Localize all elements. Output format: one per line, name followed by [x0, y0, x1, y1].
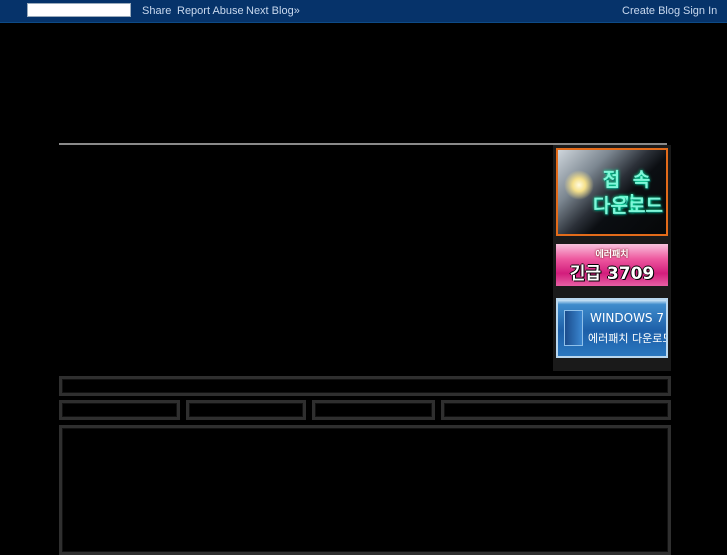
banner-error-patch-line2: 긴급 3709 — [569, 264, 655, 284]
banner-windows7-patch[interactable]: WINDOWS 7 에러패치 다운로드 — [556, 298, 668, 358]
share-link[interactable]: Share — [142, 5, 171, 17]
main-content-area — [59, 146, 551, 370]
banner-windows7-line2: 에러패치 다운로드 — [588, 332, 668, 345]
create-blog-link[interactable]: Create Blog — [622, 5, 680, 17]
tab-box-1[interactable] — [59, 400, 180, 420]
wide-bar-panel — [59, 376, 671, 396]
banner-error-patch[interactable]: 에러패치 긴급 3709 — [556, 244, 668, 286]
banner-client-download[interactable]: 접 속 기 다운로드 — [556, 148, 668, 236]
tab-box-4[interactable] — [441, 400, 671, 420]
tab-box-3[interactable] — [312, 400, 435, 420]
banner-client-download-line2: 다운로드 — [593, 195, 663, 217]
next-blog-link[interactable]: Next Blog» — [246, 5, 300, 17]
windows-box-icon — [564, 310, 583, 346]
search-input[interactable] — [27, 3, 131, 17]
post-content-panel — [59, 425, 671, 555]
banner-windows7-line1: WINDOWS 7 — [590, 311, 664, 325]
tab-box-2[interactable] — [186, 400, 306, 420]
report-abuse-link[interactable]: Report Abuse — [177, 5, 244, 17]
sign-in-link[interactable]: Sign In — [683, 5, 717, 17]
blogger-navbar: Share Report Abuse Next Blog» Create Blo… — [0, 0, 727, 23]
sidebar: 접 속 기 다운로드 에러패치 긴급 3709 WINDOWS 7 에러패치 다… — [553, 145, 671, 371]
